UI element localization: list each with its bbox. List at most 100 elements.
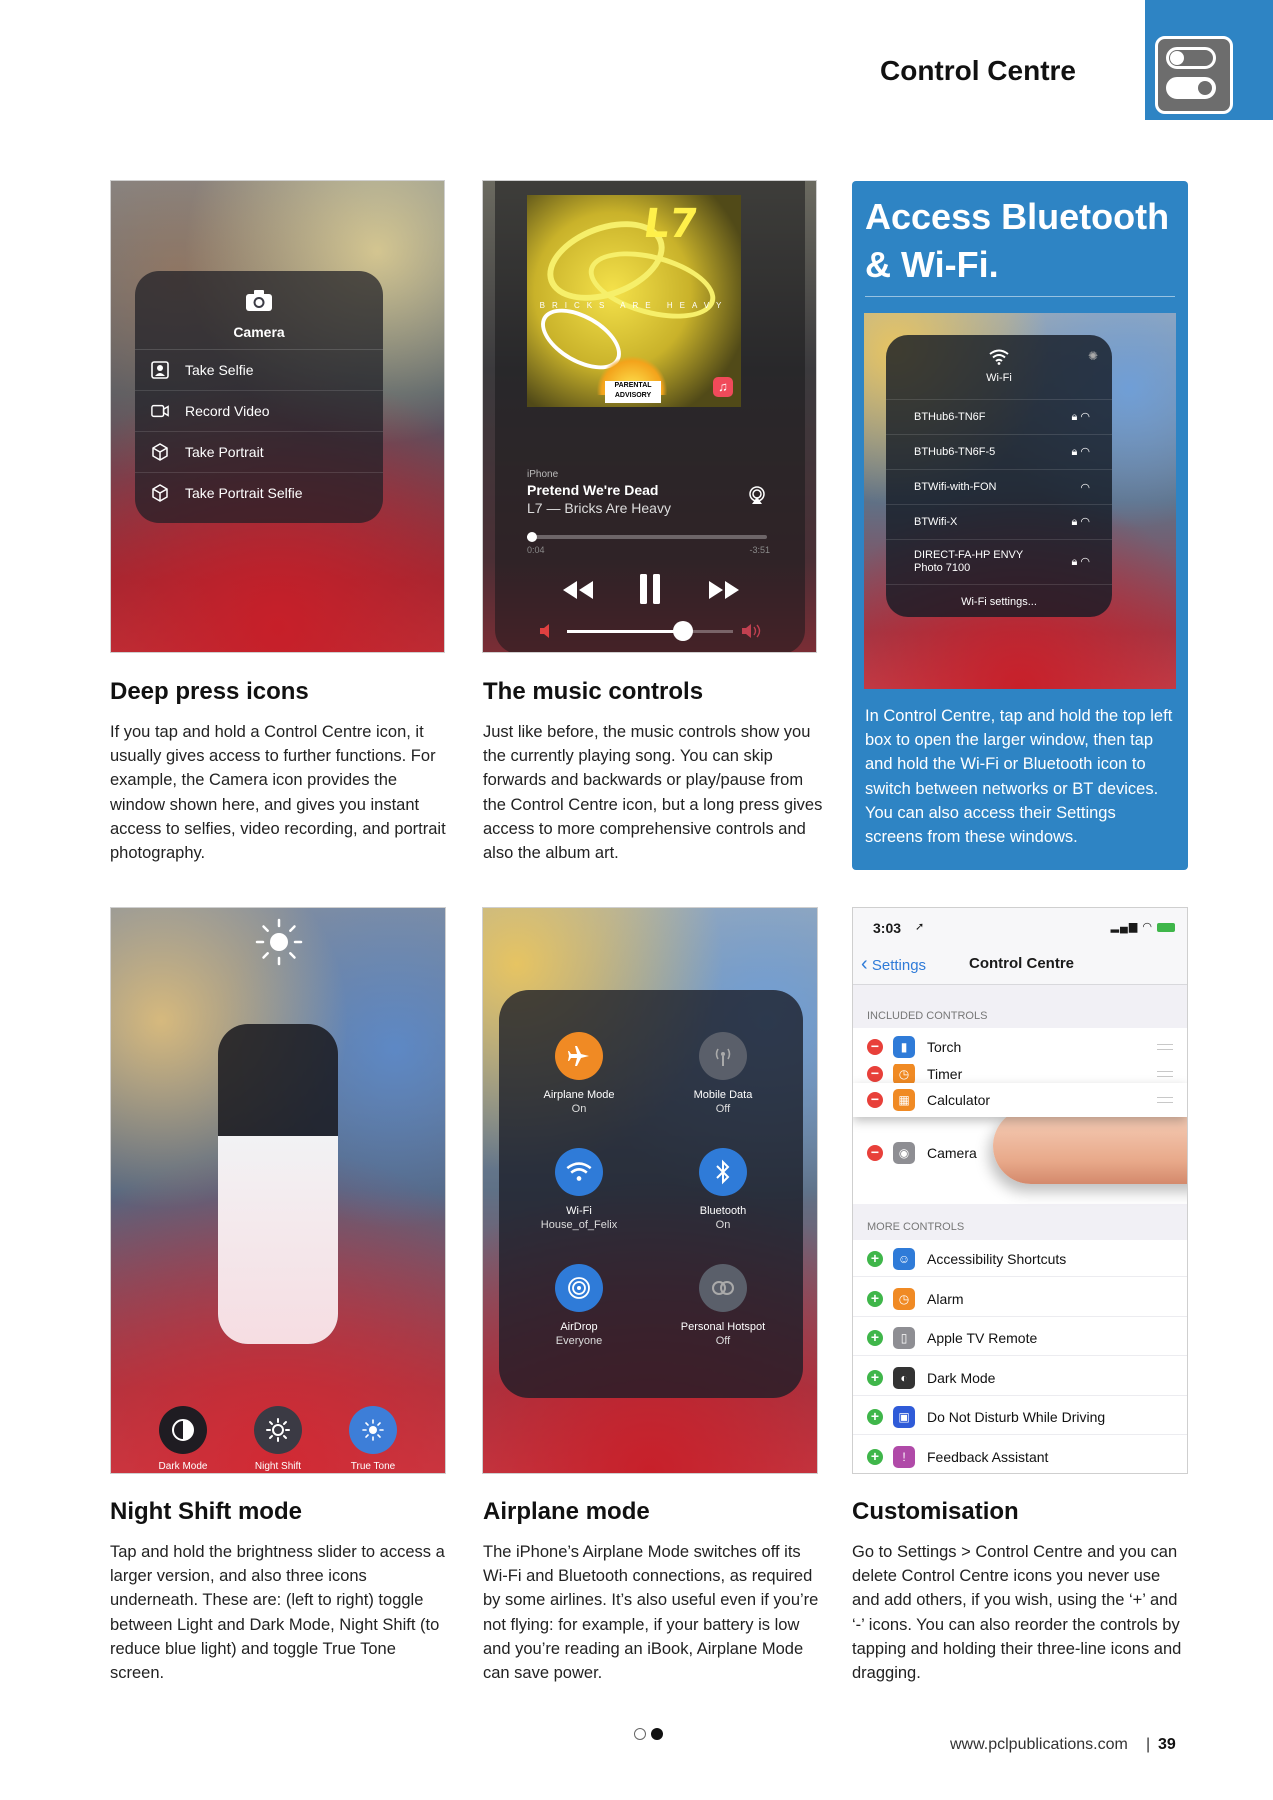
brightness-screenshot: Dark Mode Night Shift True Tone bbox=[110, 907, 446, 1474]
included-control-row[interactable]: − ▮ Torch bbox=[853, 1030, 1187, 1064]
music-body: Just like before, the music controls sho… bbox=[483, 723, 823, 863]
control-app-icon: ! bbox=[893, 1445, 915, 1468]
deep-press-body: If you tap and hold a Control Centre ico… bbox=[110, 723, 446, 863]
airplay-icon[interactable] bbox=[747, 485, 767, 505]
selfie-icon bbox=[151, 361, 169, 379]
wifi-network-row[interactable]: BTWifi-X 🔒︎ ◠ bbox=[886, 505, 1112, 540]
more-control-row[interactable]: + ☺ Accessibility Shortcuts bbox=[853, 1242, 1187, 1277]
true-tone-button[interactable] bbox=[349, 1406, 397, 1454]
cube-icon bbox=[152, 484, 168, 502]
more-control-row[interactable]: + ◐ Dark Mode bbox=[853, 1361, 1187, 1396]
take-selfie-item[interactable]: Take Selfie bbox=[135, 350, 383, 391]
reorder-grip-icon[interactable] bbox=[1157, 1044, 1173, 1050]
control-app-icon: ▦ bbox=[893, 1089, 915, 1111]
reorder-grip-icon[interactable] bbox=[1157, 1097, 1173, 1103]
wifi-network-row[interactable]: DIRECT-FA-HP ENVY Photo 7100 🔒︎ ◠ bbox=[886, 540, 1112, 585]
wifi-window: Wi-Fi ✺ BTHub6-TN6F 🔒︎ ◠ BTHub6-TN6F-5 🔒︎ … bbox=[886, 335, 1112, 617]
wi-fi-icon bbox=[566, 1162, 592, 1181]
album-band-text: L7 bbox=[640, 201, 701, 247]
page-header-title: Control Centre bbox=[880, 55, 1076, 86]
take-portrait-selfie-item[interactable]: Take Portrait Selfie bbox=[135, 473, 383, 513]
parental-advisory-label: PARENTAL ADVISORY bbox=[605, 381, 661, 403]
wi-fi-toggle[interactable] bbox=[555, 1148, 603, 1196]
control-app-icon: ◐ bbox=[893, 1366, 915, 1389]
add-icon[interactable]: + bbox=[867, 1448, 883, 1465]
lock-wifi-icon: 🔒︎ ◠ bbox=[1071, 516, 1090, 528]
finger-image bbox=[993, 1108, 1187, 1184]
more-control-row[interactable]: + ! Feedback Assistant bbox=[853, 1440, 1187, 1474]
more-control-row[interactable]: + ◷ Alarm bbox=[853, 1282, 1187, 1317]
wifi-network-row[interactable]: BTHub6-TN6F 🔒︎ ◠ bbox=[886, 400, 1112, 435]
add-icon[interactable]: + bbox=[867, 1369, 883, 1386]
playback-progress-track[interactable] bbox=[526, 532, 767, 542]
mobile-data-label: Mobile Data bbox=[693, 1089, 753, 1101]
settings-screenshot: 3:03 ➚ ▂▄▆ ◠ ‹ Settings Control Centre I… bbox=[852, 907, 1188, 1474]
song-artist-album: L7 — Bricks Are Heavy bbox=[527, 500, 671, 516]
volume-slider[interactable] bbox=[567, 621, 733, 641]
wifi-network-row[interactable]: BTWifi-with-FON ◠ bbox=[886, 470, 1112, 505]
bluetooth-icon bbox=[716, 1159, 730, 1185]
add-icon[interactable]: + bbox=[867, 1290, 883, 1307]
remove-icon[interactable]: − bbox=[867, 1145, 883, 1161]
control-app-icon: ▮ bbox=[893, 1036, 915, 1058]
included-control-row[interactable]: − ▦ Calculator bbox=[853, 1083, 1187, 1117]
airplane-mode-toggle[interactable] bbox=[555, 1032, 603, 1080]
record-video-item[interactable]: Record Video bbox=[135, 391, 383, 432]
airdrop-state: Everyone bbox=[555, 1335, 603, 1347]
control-app-icon: ◷ bbox=[893, 1064, 915, 1084]
add-icon[interactable]: + bbox=[867, 1330, 883, 1346]
airdrop-toggle[interactable] bbox=[555, 1264, 603, 1312]
reorder-grip-icon[interactable] bbox=[1157, 1071, 1173, 1077]
bluetooth-state: On bbox=[715, 1219, 731, 1231]
lock-wifi-icon: 🔒︎ ◠ bbox=[1071, 556, 1090, 568]
included-control-row[interactable]: − ◷ Timer bbox=[853, 1064, 1187, 1084]
wifi-settings-link[interactable]: Wi-Fi settings... bbox=[886, 585, 1112, 608]
location-icon: ➚ bbox=[915, 921, 925, 933]
settings-title: Control Centre bbox=[969, 955, 1074, 972]
remove-icon[interactable]: − bbox=[867, 1066, 883, 1082]
page-dot-empty-icon bbox=[634, 1728, 646, 1740]
more-control-row[interactable]: + ▣ Do Not Disturb While Driving bbox=[853, 1400, 1187, 1435]
box-title-line2: & Wi-Fi. bbox=[865, 244, 999, 285]
wi-fi-label: Wi-Fi bbox=[566, 1205, 592, 1217]
fast-forward-icon[interactable] bbox=[707, 579, 741, 601]
camera-menu: Camera Take Selfie Record Video Take Por… bbox=[135, 271, 383, 523]
personal-hotspot-toggle[interactable] bbox=[699, 1264, 747, 1312]
bluetooth-label: Bluetooth bbox=[699, 1205, 747, 1217]
music-heading: The music controls bbox=[483, 678, 704, 705]
header-tab bbox=[1145, 0, 1273, 120]
remove-icon[interactable]: − bbox=[867, 1092, 883, 1108]
wifi-network-row[interactable]: BTHub6-TN6F-5 🔒︎ ◠ bbox=[886, 435, 1112, 470]
dark-mode-icon bbox=[172, 1419, 194, 1441]
add-icon[interactable]: + bbox=[867, 1251, 883, 1267]
wifi-networks-screenshot: Wi-Fi ✺ BTHub6-TN6F 🔒︎ ◠ BTHub6-TN6F-5 🔒︎ … bbox=[864, 313, 1176, 689]
night-shift-button[interactable] bbox=[254, 1406, 302, 1454]
pause-icon[interactable] bbox=[638, 573, 662, 605]
footer-separator: | bbox=[1146, 1736, 1151, 1753]
cube-icon bbox=[152, 443, 168, 461]
page-dot-filled-icon bbox=[651, 1728, 663, 1740]
customisation-heading: Customisation bbox=[852, 1498, 1019, 1525]
bluetooth-toggle[interactable] bbox=[699, 1148, 747, 1196]
brightness-slider[interactable] bbox=[218, 1024, 338, 1344]
dark-mode-button[interactable] bbox=[159, 1406, 207, 1454]
remove-icon[interactable]: − bbox=[867, 1039, 883, 1055]
mobile-data-toggle[interactable] bbox=[699, 1032, 747, 1080]
take-portrait-item[interactable]: Take Portrait bbox=[135, 432, 383, 473]
control-centre-icon bbox=[1155, 36, 1233, 114]
back-button[interactable]: ‹ Settings bbox=[861, 953, 926, 976]
control-app-icon: ◉ bbox=[893, 1142, 915, 1164]
status-time: 3:03 bbox=[873, 920, 902, 936]
volume-low-icon bbox=[540, 624, 549, 638]
more-control-row[interactable]: + ▯ Apple TV Remote bbox=[853, 1321, 1187, 1356]
wifi-icon bbox=[989, 349, 1009, 365]
elapsed-time: 0:04 bbox=[527, 545, 545, 555]
rewind-icon[interactable] bbox=[561, 579, 595, 601]
page-number: 39 bbox=[1158, 1736, 1176, 1753]
album-title-text: BRICKS ARE HEAVY bbox=[539, 301, 729, 310]
control-app-icon: ▯ bbox=[893, 1327, 915, 1349]
add-icon[interactable]: + bbox=[867, 1409, 883, 1425]
airplane-mode-state: On bbox=[571, 1103, 587, 1115]
customisation-body: Go to Settings > Control Centre and you … bbox=[852, 1543, 1182, 1683]
night-shift-icon bbox=[266, 1418, 290, 1442]
